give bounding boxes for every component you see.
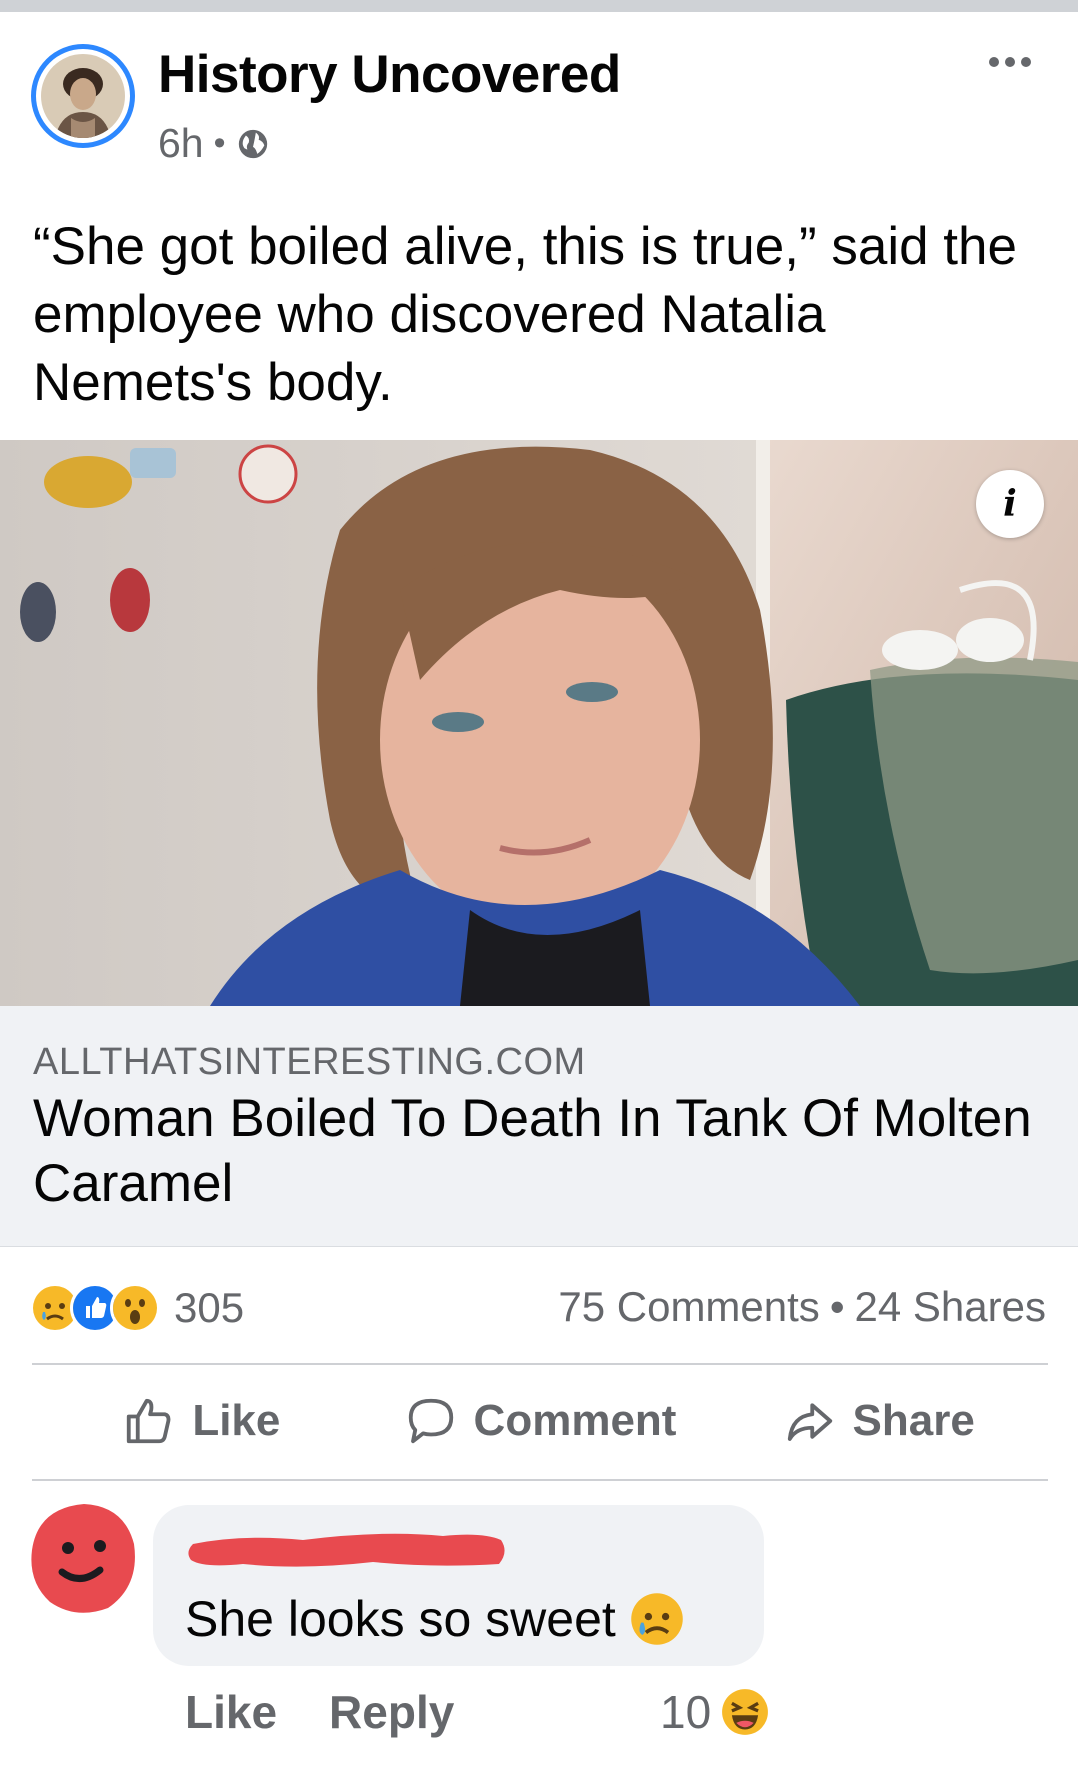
link-preview-image[interactable] xyxy=(0,440,1078,1006)
comment-button[interactable]: Comment xyxy=(371,1365,710,1477)
comment-actions: Like Reply xyxy=(185,1685,506,1739)
comment-text: She looks so sweet xyxy=(185,1590,684,1648)
link-domain: ALLTHATSINTERESTING.COM xyxy=(33,1041,586,1083)
globe-icon[interactable] xyxy=(236,127,270,161)
share-button[interactable]: Share xyxy=(709,1365,1048,1477)
haha-reaction-icon xyxy=(722,1689,769,1735)
shares-count[interactable]: 24 Shares xyxy=(855,1283,1046,1331)
comment-like-button[interactable]: Like xyxy=(185,1685,277,1739)
share-label: Share xyxy=(852,1396,975,1445)
commenter-name-redacted[interactable] xyxy=(183,1522,513,1572)
post-caption: “She got boiled alive, this is true,” sa… xyxy=(33,217,1017,412)
post-time[interactable]: 6h xyxy=(158,120,204,167)
comment-reaction-count: 10 xyxy=(660,1686,712,1738)
stats-separator: • xyxy=(829,1283,845,1330)
commenter-avatar[interactable] xyxy=(28,1500,140,1616)
link-title[interactable]: Woman Boiled To Death In Tank Of Molten … xyxy=(33,1086,1033,1216)
comment-label: Comment xyxy=(473,1396,677,1445)
post-action-bar: Like Comment Share xyxy=(32,1365,1048,1477)
comment-icon xyxy=(408,1398,453,1444)
page-name[interactable]: History Uncovered xyxy=(158,44,621,105)
comment-body: She looks so sweet xyxy=(185,1591,616,1647)
share-icon xyxy=(787,1403,832,1441)
meta-separator: • xyxy=(213,124,226,162)
post-stats: 75 Comments • 24 Shares xyxy=(558,1283,1046,1331)
comments-count[interactable]: 75 Comments xyxy=(558,1283,819,1331)
top-status-strip xyxy=(0,0,1078,12)
like-label: Like xyxy=(192,1396,281,1445)
sad-tear-emoji-icon xyxy=(631,1593,683,1645)
wow-reaction-icon xyxy=(110,1283,160,1333)
reaction-summary[interactable]: 305 xyxy=(30,1283,244,1333)
comment-reaction-summary[interactable]: 10 xyxy=(660,1685,769,1739)
post-meta: 6h • xyxy=(158,120,270,167)
info-button[interactable]: i xyxy=(976,470,1044,538)
reaction-count: 305 xyxy=(174,1284,245,1331)
like-button[interactable]: Like xyxy=(32,1365,371,1477)
comment-reply-button[interactable]: Reply xyxy=(329,1685,454,1739)
more-options-icon[interactable] xyxy=(986,50,1034,74)
thumbs-up-icon xyxy=(127,1398,171,1444)
divider xyxy=(32,1479,1048,1481)
page-avatar[interactable] xyxy=(41,54,125,138)
